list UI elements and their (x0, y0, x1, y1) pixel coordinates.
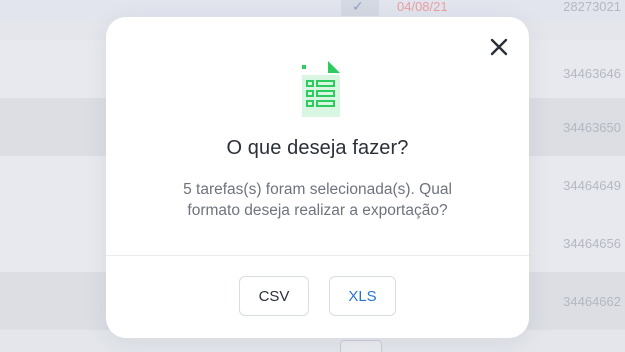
message-line: 5 tarefas(s) foram selecionada(s). Qual (183, 181, 452, 198)
modal-message: 5 tarefas(s) foram selecionada(s). Qual … (136, 179, 499, 221)
row-id: 34464649 (563, 178, 621, 193)
row-date: 04/08/21 (397, 0, 448, 14)
spreadsheet-file-icon (302, 61, 340, 117)
row-id: 34464662 (563, 294, 621, 309)
row-id: 28273021 (563, 0, 621, 14)
check-icon: ✓ (352, 0, 364, 14)
divider (106, 255, 529, 256)
row-id: 34463650 (563, 120, 621, 135)
row-id: 34464656 (563, 236, 621, 251)
csv-button[interactable]: CSV (239, 276, 309, 316)
row-id: 34463646 (563, 66, 621, 81)
close-button[interactable] (489, 37, 509, 57)
export-modal: O que deseja fazer? 5 tarefas(s) foram s… (106, 17, 529, 338)
xls-button[interactable]: XLS (329, 276, 396, 316)
screen: ✓ 04/08/21 28273021 34463646 34463650 34… (0, 0, 625, 352)
modal-title: O que deseja fazer? (226, 137, 409, 159)
row-checkbox-cell (340, 340, 382, 352)
close-icon (490, 38, 508, 56)
message-line: formato deseja realizar a exportação? (187, 202, 448, 219)
